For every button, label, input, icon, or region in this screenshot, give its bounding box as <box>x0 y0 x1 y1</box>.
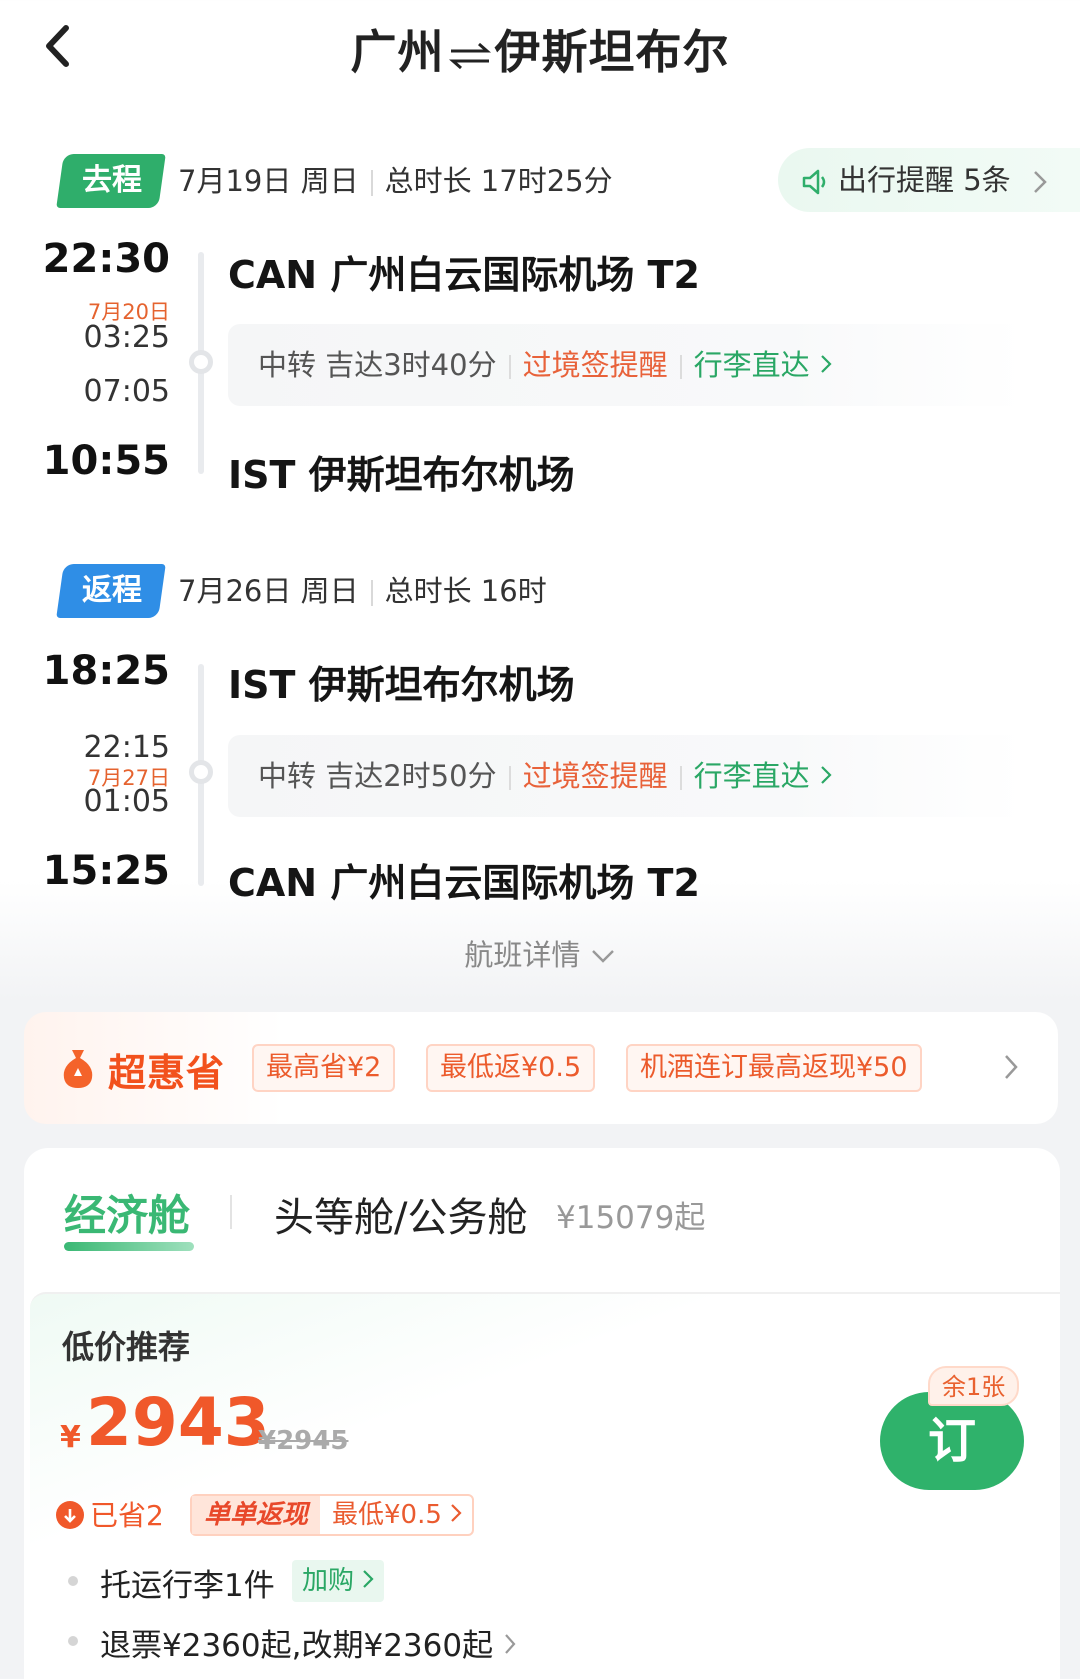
chevron-right-icon <box>821 355 832 373</box>
return-transfer-info: 中转 吉达2时50分 过境签提醒 行李直达 <box>228 735 1024 817</box>
outbound-transfer-dot <box>189 350 213 374</box>
return-tag: 返程 <box>56 564 166 618</box>
transfer-text: 中转 吉达2时50分 <box>258 759 497 793</box>
luggage-through-link[interactable]: 行李直达 <box>694 759 833 793</box>
luggage-through-link[interactable]: 行李直达 <box>694 348 833 382</box>
tab-economy[interactable]: 经济舱 <box>64 1182 190 1243</box>
promo-title: 超惠省 <box>108 1051 226 1095</box>
promo-chip-min-return: 最低返¥0.5 <box>426 1044 596 1092</box>
outbound-depart-time: 22:30 <box>42 236 170 282</box>
outbound-transfer-info: 中转 吉达3时40分 过境签提醒 行李直达 <box>228 324 1024 406</box>
flight-details-toggle[interactable]: 航班详情 <box>0 932 1080 974</box>
return-transfer-depart: 01:05 <box>83 784 170 819</box>
book-button[interactable]: 订 <box>880 1392 1024 1490</box>
money-bag-icon <box>58 1046 98 1094</box>
origin-city: 广州 <box>350 25 445 79</box>
outbound-depart-airport: CAN 广州白云国际机场 T2 <box>228 253 700 297</box>
add-baggage-label: 加购 <box>302 1566 355 1596</box>
chevron-right-icon <box>505 1634 516 1654</box>
outbound-arrive-time: 10:55 <box>42 438 170 484</box>
bullet-dot <box>68 1576 78 1586</box>
original-price: ¥2945 <box>258 1426 349 1456</box>
transit-visa-link[interactable]: 过境签提醒 <box>523 348 668 382</box>
add-baggage-button[interactable]: 加购 <box>292 1560 385 1602</box>
page-title: 广州 伊斯坦布尔 <box>0 16 1080 82</box>
return-duration: 总时长 16时 <box>384 574 547 608</box>
promo-chip-max-save: 最高省¥2 <box>252 1044 396 1092</box>
chevron-right-icon <box>1034 171 1047 193</box>
flight-details-label: 航班详情 <box>464 938 581 972</box>
down-arrow-icon <box>56 1501 84 1529</box>
promo-chip-bundle: 机酒连订最高返现¥50 <box>626 1044 922 1092</box>
travel-reminder-button[interactable]: 出行提醒 5条 <box>778 148 1080 212</box>
offer-label: 低价推荐 <box>62 1328 191 1366</box>
transfer-text: 中转 吉达3时40分 <box>258 348 497 382</box>
chevron-right-icon <box>363 1570 374 1588</box>
tab-divider <box>230 1195 232 1229</box>
destination-city: 伊斯坦布尔 <box>494 25 730 79</box>
transit-visa-link[interactable]: 过境签提醒 <box>523 759 668 793</box>
return-arrive-airport: CAN 广州白云国际机场 T2 <box>228 861 700 905</box>
refund-policy-text: 退票¥2360起,改期¥2360起 <box>100 1628 494 1664</box>
price-currency: ¥ <box>60 1420 81 1455</box>
return-transfer-dot <box>189 760 213 784</box>
return-summary: 7月26日 周日 总时长 16时 <box>178 564 547 618</box>
outbound-transfer-arrive: 03:25 <box>83 320 170 355</box>
return-transfer-arrive: 22:15 <box>83 730 170 765</box>
tab-economy-indicator <box>64 1242 194 1251</box>
chevron-down-icon <box>591 950 614 963</box>
baggage-info: 托运行李1件 <box>100 1568 275 1604</box>
travel-reminder-label: 出行提醒 5条 <box>838 163 1011 197</box>
cashback-value: 最低¥0.5 <box>320 1496 472 1534</box>
chevron-right-icon <box>451 1504 462 1522</box>
speaker-icon <box>802 169 826 195</box>
chevron-right-icon <box>1002 1052 1020 1086</box>
outbound-duration: 总时长 17时25分 <box>384 164 613 198</box>
tab-business[interactable]: 头等舱/公务舱 <box>274 1185 527 1243</box>
outbound-summary: 7月19日 周日 总时长 17时25分 <box>178 154 613 208</box>
outbound-arrive-airport: IST 伊斯坦布尔机场 <box>228 453 575 497</box>
remaining-seats-badge: 余1张 <box>928 1366 1020 1406</box>
offer-price: 2943 <box>86 1384 270 1461</box>
outbound-tag: 去程 <box>56 154 166 208</box>
chevron-right-icon <box>821 766 832 784</box>
return-arrive-time: 15:25 <box>42 848 170 894</box>
round-trip-arrows-icon <box>448 42 491 69</box>
bullet-dot <box>68 1636 78 1646</box>
cashback-button[interactable]: 单单返现 最低¥0.5 <box>190 1494 475 1536</box>
return-depart-airport: IST 伊斯坦布尔机场 <box>228 663 575 707</box>
cashback-label: 单单返现 <box>192 1496 321 1534</box>
outbound-transfer-depart: 07:05 <box>83 374 170 409</box>
outbound-date: 7月19日 周日 <box>178 164 359 198</box>
return-date: 7月26日 周日 <box>178 574 359 608</box>
saved-amount: 已省2 <box>56 1496 164 1536</box>
return-depart-time: 18:25 <box>42 648 170 694</box>
tab-business-price: ¥15079起 <box>556 1200 706 1236</box>
refund-policy-link[interactable]: 退票¥2360起,改期¥2360起 <box>100 1620 517 1665</box>
